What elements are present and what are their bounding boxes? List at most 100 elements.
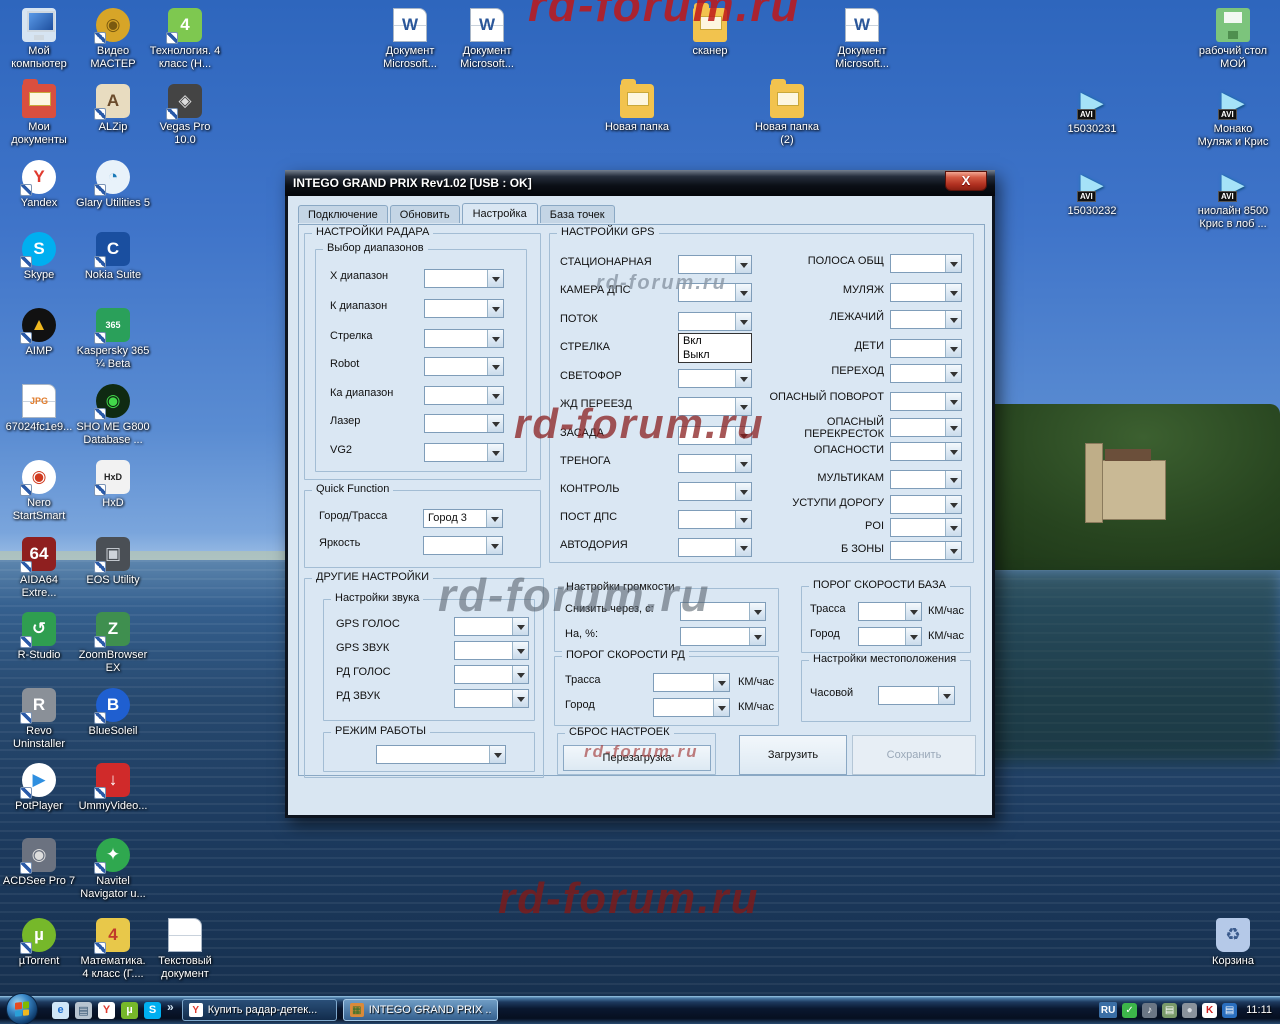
chevron-down-icon[interactable] (735, 511, 751, 528)
desktop-icon-acdsee[interactable]: ◉ACDSee Pro 7 (2, 838, 76, 888)
desktop-icon-new-folder[interactable]: Новая папка (600, 84, 674, 134)
dropdown-option-vykl[interactable]: Выкл (679, 348, 751, 362)
combo-gps-deti[interactable] (890, 339, 962, 358)
combo-gps-stationary[interactable] (678, 255, 752, 274)
combo-gps-svetofor[interactable] (678, 369, 752, 388)
chevron-down-icon[interactable] (512, 666, 528, 683)
combo-gps-ustupi-dorogu[interactable] (890, 495, 962, 514)
desktop-icon-matematika[interactable]: 4Математика. 4 класс (Г.... (76, 918, 150, 981)
chevron-down-icon[interactable] (489, 746, 505, 763)
start-button[interactable] (6, 993, 38, 1024)
combo-gps-kontrol[interactable] (678, 482, 752, 501)
chevron-down-icon[interactable] (487, 387, 503, 404)
task-button-browser[interactable]: Y Купить радар-детек... (182, 999, 337, 1021)
chevron-down-icon[interactable] (487, 300, 503, 317)
chevron-down-icon[interactable] (945, 419, 961, 436)
desktop-icon-avi-15030232[interactable]: ▶AVI15030232 (1055, 168, 1129, 218)
chevron-down-icon[interactable] (945, 443, 961, 460)
desktop-icon-ummy[interactable]: ↓UmmyVideo... (76, 763, 150, 813)
combo-gps-b-zony[interactable] (890, 541, 962, 560)
desktop-icon-my-documents[interactable]: Мои документы (2, 84, 76, 147)
combo-k-band[interactable] (424, 299, 504, 318)
window-titlebar[interactable]: INTEGO GRAND PRIX Rev1.02 [USB : OK] X (285, 170, 995, 196)
chevron-down-icon[interactable] (486, 537, 502, 554)
tab-obnovit[interactable]: Обновить (390, 205, 460, 223)
chevron-down-icon[interactable] (735, 284, 751, 301)
chevron-down-icon[interactable] (713, 699, 729, 716)
desktop-icon-bluesoleil[interactable]: BBlueSoleil (76, 688, 150, 738)
chevron-down-icon[interactable] (735, 427, 751, 444)
combo-strelka-band[interactable] (424, 329, 504, 348)
desktop-icon-my-computer[interactable]: Мой компьютер (2, 8, 76, 71)
combo-gps-post-dps[interactable] (678, 510, 752, 529)
dropdown-option-vkl[interactable]: Вкл (679, 334, 751, 348)
chevron-down-icon[interactable] (735, 256, 751, 273)
desktop-icon-vegas-pro[interactable]: ◈Vegas Pro 10.0 (148, 84, 222, 147)
combo-speed-rd-trassa[interactable] (653, 673, 730, 692)
desktop-icon-word-doc-1[interactable]: WДокумент Microsoft... (373, 8, 447, 71)
chevron-down-icon[interactable] (945, 340, 961, 357)
combo-gps-potok[interactable] (678, 312, 752, 331)
desktop-icon-video-master[interactable]: ◉Видео МАСТЕР (76, 8, 150, 71)
chevron-down-icon[interactable] (735, 370, 751, 387)
chevron-down-icon[interactable] (945, 365, 961, 382)
combo-rd-sound[interactable] (454, 689, 529, 708)
desktop-icon-alzip[interactable]: AALZip (76, 84, 150, 134)
combo-vg2[interactable] (424, 443, 504, 462)
kaspersky-icon[interactable]: K (1202, 1003, 1217, 1018)
combo-speed-base-trassa[interactable] (858, 602, 922, 621)
combo-gps-perekhod[interactable] (890, 364, 962, 383)
ie-icon[interactable]: e (52, 1002, 69, 1019)
desktop-icon-avi-15030231[interactable]: ▶AVI15030231 (1055, 86, 1129, 136)
desktop-icon-nero[interactable]: ◉Nero StartSmart (2, 460, 76, 523)
chevron-down-icon[interactable] (905, 603, 921, 620)
combo-city-highway[interactable]: Город 3 (423, 509, 503, 528)
desktop-icon-yandex[interactable]: YYandex (2, 160, 76, 210)
chevron-down-icon[interactable] (945, 284, 961, 301)
desktop-icon-navitel[interactable]: ✦Navitel Navigator u... (76, 838, 150, 901)
chevron-down-icon[interactable] (945, 255, 961, 272)
quick-launch-overflow[interactable]: » (167, 1000, 174, 1014)
desktop-icon-avi-monaco[interactable]: ▶AVIМонако Муляж и Крис (1196, 86, 1270, 149)
combo-speed-base-gorod[interactable] (858, 627, 922, 646)
combo-timezone[interactable] (878, 686, 955, 705)
desktop-icon-glary[interactable]: ◔Glary Utilities 5 (76, 160, 150, 210)
chevron-down-icon[interactable] (905, 628, 921, 645)
desktop-icon-zoombrowser[interactable]: ZZoomBrowser EX (76, 612, 150, 675)
desktop-icon-sho-me[interactable]: ◉SHO ME G800 Database ... (76, 384, 150, 447)
combo-gps-avtodoria[interactable] (678, 538, 752, 557)
utorrent-icon[interactable]: µ (121, 1002, 138, 1019)
chevron-down-icon[interactable] (735, 539, 751, 556)
desktop-icon-hxd[interactable]: HxDHxD (76, 460, 150, 510)
show-desktop-icon[interactable]: ▤ (75, 1002, 92, 1019)
desktop-icon-revo[interactable]: RRevo Uninstaller (2, 688, 76, 751)
combo-gps-lezhachiy[interactable] (890, 310, 962, 329)
chevron-down-icon[interactable] (512, 690, 528, 707)
desktop-icon-r-studio[interactable]: ↺R-Studio (2, 612, 76, 662)
combo-gps-mulyazh[interactable] (890, 283, 962, 302)
desktop-icon-word-doc-2[interactable]: WДокумент Microsoft... (450, 8, 524, 71)
yandex-browser-icon[interactable]: Y (98, 1002, 115, 1019)
save-button[interactable]: Сохранить (852, 735, 976, 775)
mouse-icon[interactable]: ● (1182, 1003, 1197, 1018)
combo-robot[interactable] (424, 357, 504, 376)
chevron-down-icon[interactable] (945, 471, 961, 488)
chevron-down-icon[interactable] (487, 330, 503, 347)
combo-laser[interactable] (424, 414, 504, 433)
desktop-icon-aimp[interactable]: ▲AIMP (2, 308, 76, 358)
volume-icon[interactable]: ♪ (1142, 1003, 1157, 1018)
desktop-icon-kaspersky[interactable]: 365Kaspersky 365 ¼ Beta (76, 308, 150, 371)
chevron-down-icon[interactable] (945, 496, 961, 513)
desktop-icon-potplayer[interactable]: ▶PotPlayer (2, 763, 76, 813)
combo-gps-opasny-povorot[interactable] (890, 392, 962, 411)
combo-work-mode[interactable] (376, 745, 506, 764)
chevron-down-icon[interactable] (945, 393, 961, 410)
combo-speed-rd-gorod[interactable] (653, 698, 730, 717)
close-icon[interactable]: X (945, 171, 987, 191)
combo-gps-opasny-perekrestok[interactable] (890, 418, 962, 437)
combo-gps-opasnosti[interactable] (890, 442, 962, 461)
tab-baza-tochek[interactable]: База точек (540, 205, 615, 223)
chevron-down-icon[interactable] (487, 415, 503, 432)
chevron-down-icon[interactable] (945, 542, 961, 559)
card-reader-icon[interactable]: ▤ (1162, 1003, 1177, 1018)
